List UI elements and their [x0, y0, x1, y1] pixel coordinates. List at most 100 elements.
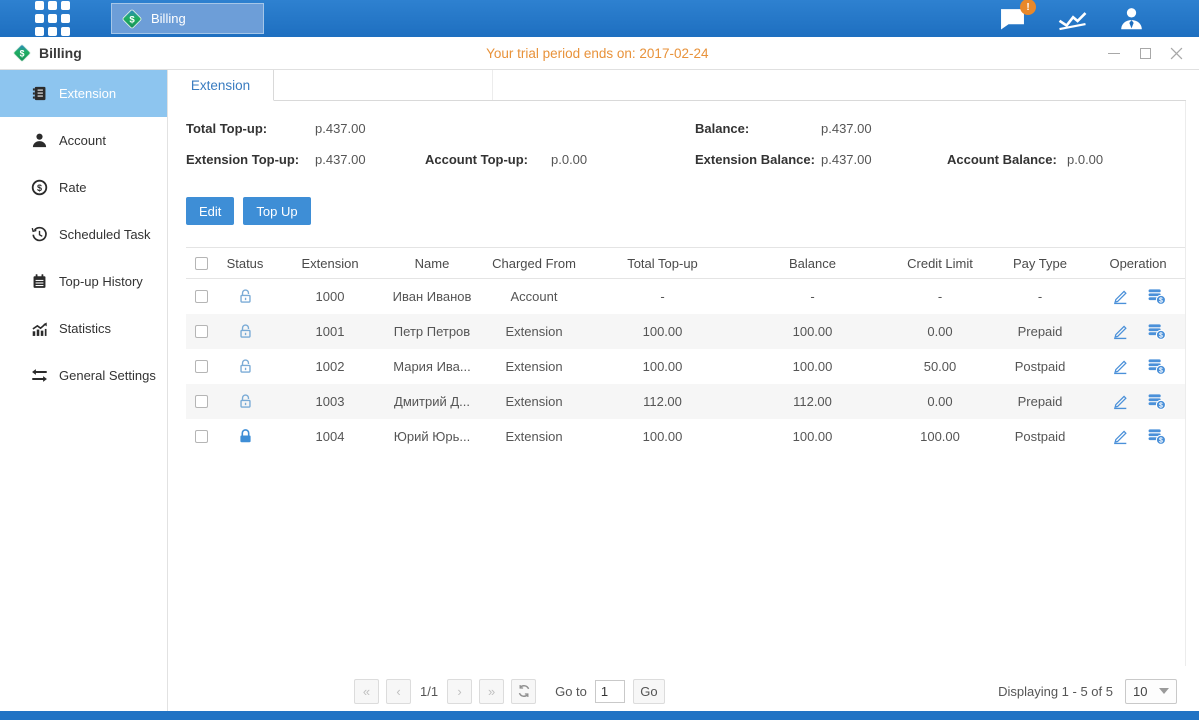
billing-diamond-icon: $	[12, 43, 32, 63]
taskbar: $ Billing !	[0, 0, 1199, 37]
topup-coins-icon[interactable]: $	[1147, 288, 1166, 305]
cell-name: Мария Ива...	[386, 349, 478, 384]
notification-badge: !	[1020, 0, 1036, 15]
cell-total-topup: 100.00	[590, 314, 735, 349]
cell-extension: 1001	[274, 314, 386, 349]
column-header-charged-from: Charged From	[478, 248, 590, 279]
column-header-status: Status	[216, 248, 274, 279]
cell-pay-type: Prepaid	[990, 384, 1090, 419]
row-checkbox[interactable]	[195, 395, 208, 408]
refresh-icon[interactable]	[511, 679, 536, 704]
sidebar-item-scheduled-task[interactable]: Scheduled Task	[0, 211, 167, 258]
column-header-pay-type: Pay Type	[990, 248, 1090, 279]
cell-pay-type: Prepaid	[990, 314, 1090, 349]
top-up-button[interactable]: Top Up	[243, 197, 310, 225]
edit-pencil-icon[interactable]	[1111, 427, 1129, 445]
row-checkbox[interactable]	[195, 290, 208, 303]
activity-chart-icon[interactable]	[1057, 6, 1088, 32]
page-size-select[interactable]: 10	[1125, 679, 1177, 704]
sidebar-item-rate[interactable]: $Rate	[0, 164, 167, 211]
taskbar-billing-tab[interactable]: $ Billing	[111, 3, 264, 34]
goto-page-input[interactable]	[595, 680, 625, 703]
edit-pencil-icon[interactable]	[1111, 392, 1129, 410]
row-checkbox[interactable]	[195, 325, 208, 338]
cell-extension: 1000	[274, 279, 386, 314]
cell-charged-from: Extension	[478, 349, 590, 384]
edit-pencil-icon[interactable]	[1111, 287, 1129, 305]
sidebar-item-general-settings[interactable]: General Settings	[0, 352, 167, 399]
maximize-icon[interactable]	[1138, 46, 1152, 60]
row-checkbox[interactable]	[195, 360, 208, 373]
goto-label: Go to	[555, 684, 587, 699]
calendar-icon	[31, 273, 48, 290]
row-checkbox[interactable]	[195, 430, 208, 443]
sidebar-item-top-up-history[interactable]: Top-up History	[0, 258, 167, 305]
cell-extension: 1004	[274, 419, 386, 454]
svg-text:$: $	[1159, 297, 1163, 304]
sidebar-nav: ExtensionAccount$RateScheduled TaskTop-u…	[0, 70, 168, 711]
edit-pencil-icon[interactable]	[1111, 357, 1129, 375]
cell-charged-from: Extension	[478, 384, 590, 419]
billing-window: $ Billing Your trial period ends on: 201…	[0, 37, 1199, 711]
topup-coins-icon[interactable]: $	[1147, 393, 1166, 410]
topup-coins-icon[interactable]: $	[1147, 428, 1166, 445]
sidebar-item-account[interactable]: Account	[0, 117, 167, 164]
lock-open-icon	[216, 393, 274, 410]
total-topup-label: Total Top-up:	[186, 121, 315, 137]
cell-balance: 100.00	[735, 314, 890, 349]
next-page-button[interactable]: ›	[447, 679, 472, 704]
edit-pencil-icon[interactable]	[1111, 322, 1129, 340]
lock-open-icon	[216, 288, 274, 305]
extension-topup-label: Extension Top-up:	[186, 152, 315, 168]
prev-page-button[interactable]: ‹	[386, 679, 411, 704]
extension-balance-label: Extension Balance:	[695, 152, 821, 168]
tab-strip: Extension	[168, 70, 1186, 101]
cell-charged-from: Extension	[478, 314, 590, 349]
cell-credit-limit: 0.00	[890, 384, 990, 419]
app-launcher-icon[interactable]	[35, 1, 70, 36]
svg-text:$: $	[129, 14, 135, 25]
cell-name: Юрий Юрь...	[386, 419, 478, 454]
extension-balance-value: p.437.00	[821, 152, 947, 168]
edit-button[interactable]: Edit	[186, 197, 234, 225]
extension-table: StatusExtensionNameCharged FromTotal Top…	[186, 247, 1186, 454]
cell-total-topup: 100.00	[590, 419, 735, 454]
messages-icon[interactable]: !	[998, 6, 1027, 31]
trial-notice: Your trial period ends on: 2017-02-24	[486, 46, 708, 61]
cell-charged-from: Account	[478, 279, 590, 314]
sidebar-item-statistics[interactable]: Statistics	[0, 305, 167, 352]
last-page-button[interactable]: »	[479, 679, 504, 704]
select-all-checkbox[interactable]	[195, 257, 208, 270]
first-page-button[interactable]: «	[354, 679, 379, 704]
sidebar-item-extension[interactable]: Extension	[0, 70, 167, 117]
transfer-arrows-icon	[31, 367, 48, 384]
statistics-icon	[31, 320, 48, 337]
cell-name: Иван Иванов	[386, 279, 478, 314]
go-button[interactable]: Go	[633, 679, 665, 704]
minimize-icon[interactable]	[1107, 46, 1121, 60]
cell-name: Дмитрий Д...	[386, 384, 478, 419]
user-account-icon[interactable]	[1118, 6, 1145, 32]
table-row-1003: 1003Дмитрий Д...Extension112.00112.000.0…	[186, 384, 1186, 419]
ledger-icon	[31, 85, 48, 102]
cell-pay-type: -	[990, 279, 1090, 314]
column-header-total-top-up: Total Top-up	[590, 248, 735, 279]
tab-extension[interactable]: Extension	[168, 70, 274, 101]
table-row-1000: 1000Иван ИвановAccount----$	[186, 279, 1186, 314]
table-body: 1000Иван ИвановAccount----$1001Петр Петр…	[186, 279, 1186, 454]
close-icon[interactable]	[1169, 46, 1183, 60]
pagination-bar: « ‹ 1/1 › » Go to Go Displaying 1 - 5 of…	[354, 678, 1177, 704]
cell-balance: 100.00	[735, 419, 890, 454]
chevron-down-icon	[1159, 688, 1169, 694]
cell-balance: 112.00	[735, 384, 890, 419]
account-balance-label: Account Balance:	[947, 152, 1067, 168]
balance-value: p.437.00	[821, 121, 947, 137]
balance-summary: Total Top-up: p.437.00 Balance: p.437.00…	[168, 101, 1199, 168]
svg-text:$: $	[1159, 367, 1163, 374]
topup-coins-icon[interactable]: $	[1147, 358, 1166, 375]
cell-total-topup: -	[590, 279, 735, 314]
page-indicator: 1/1	[420, 684, 438, 699]
table-row-1002: 1002Мария Ива...Extension100.00100.0050.…	[186, 349, 1186, 384]
topup-coins-icon[interactable]: $	[1147, 323, 1166, 340]
cell-total-topup: 100.00	[590, 349, 735, 384]
